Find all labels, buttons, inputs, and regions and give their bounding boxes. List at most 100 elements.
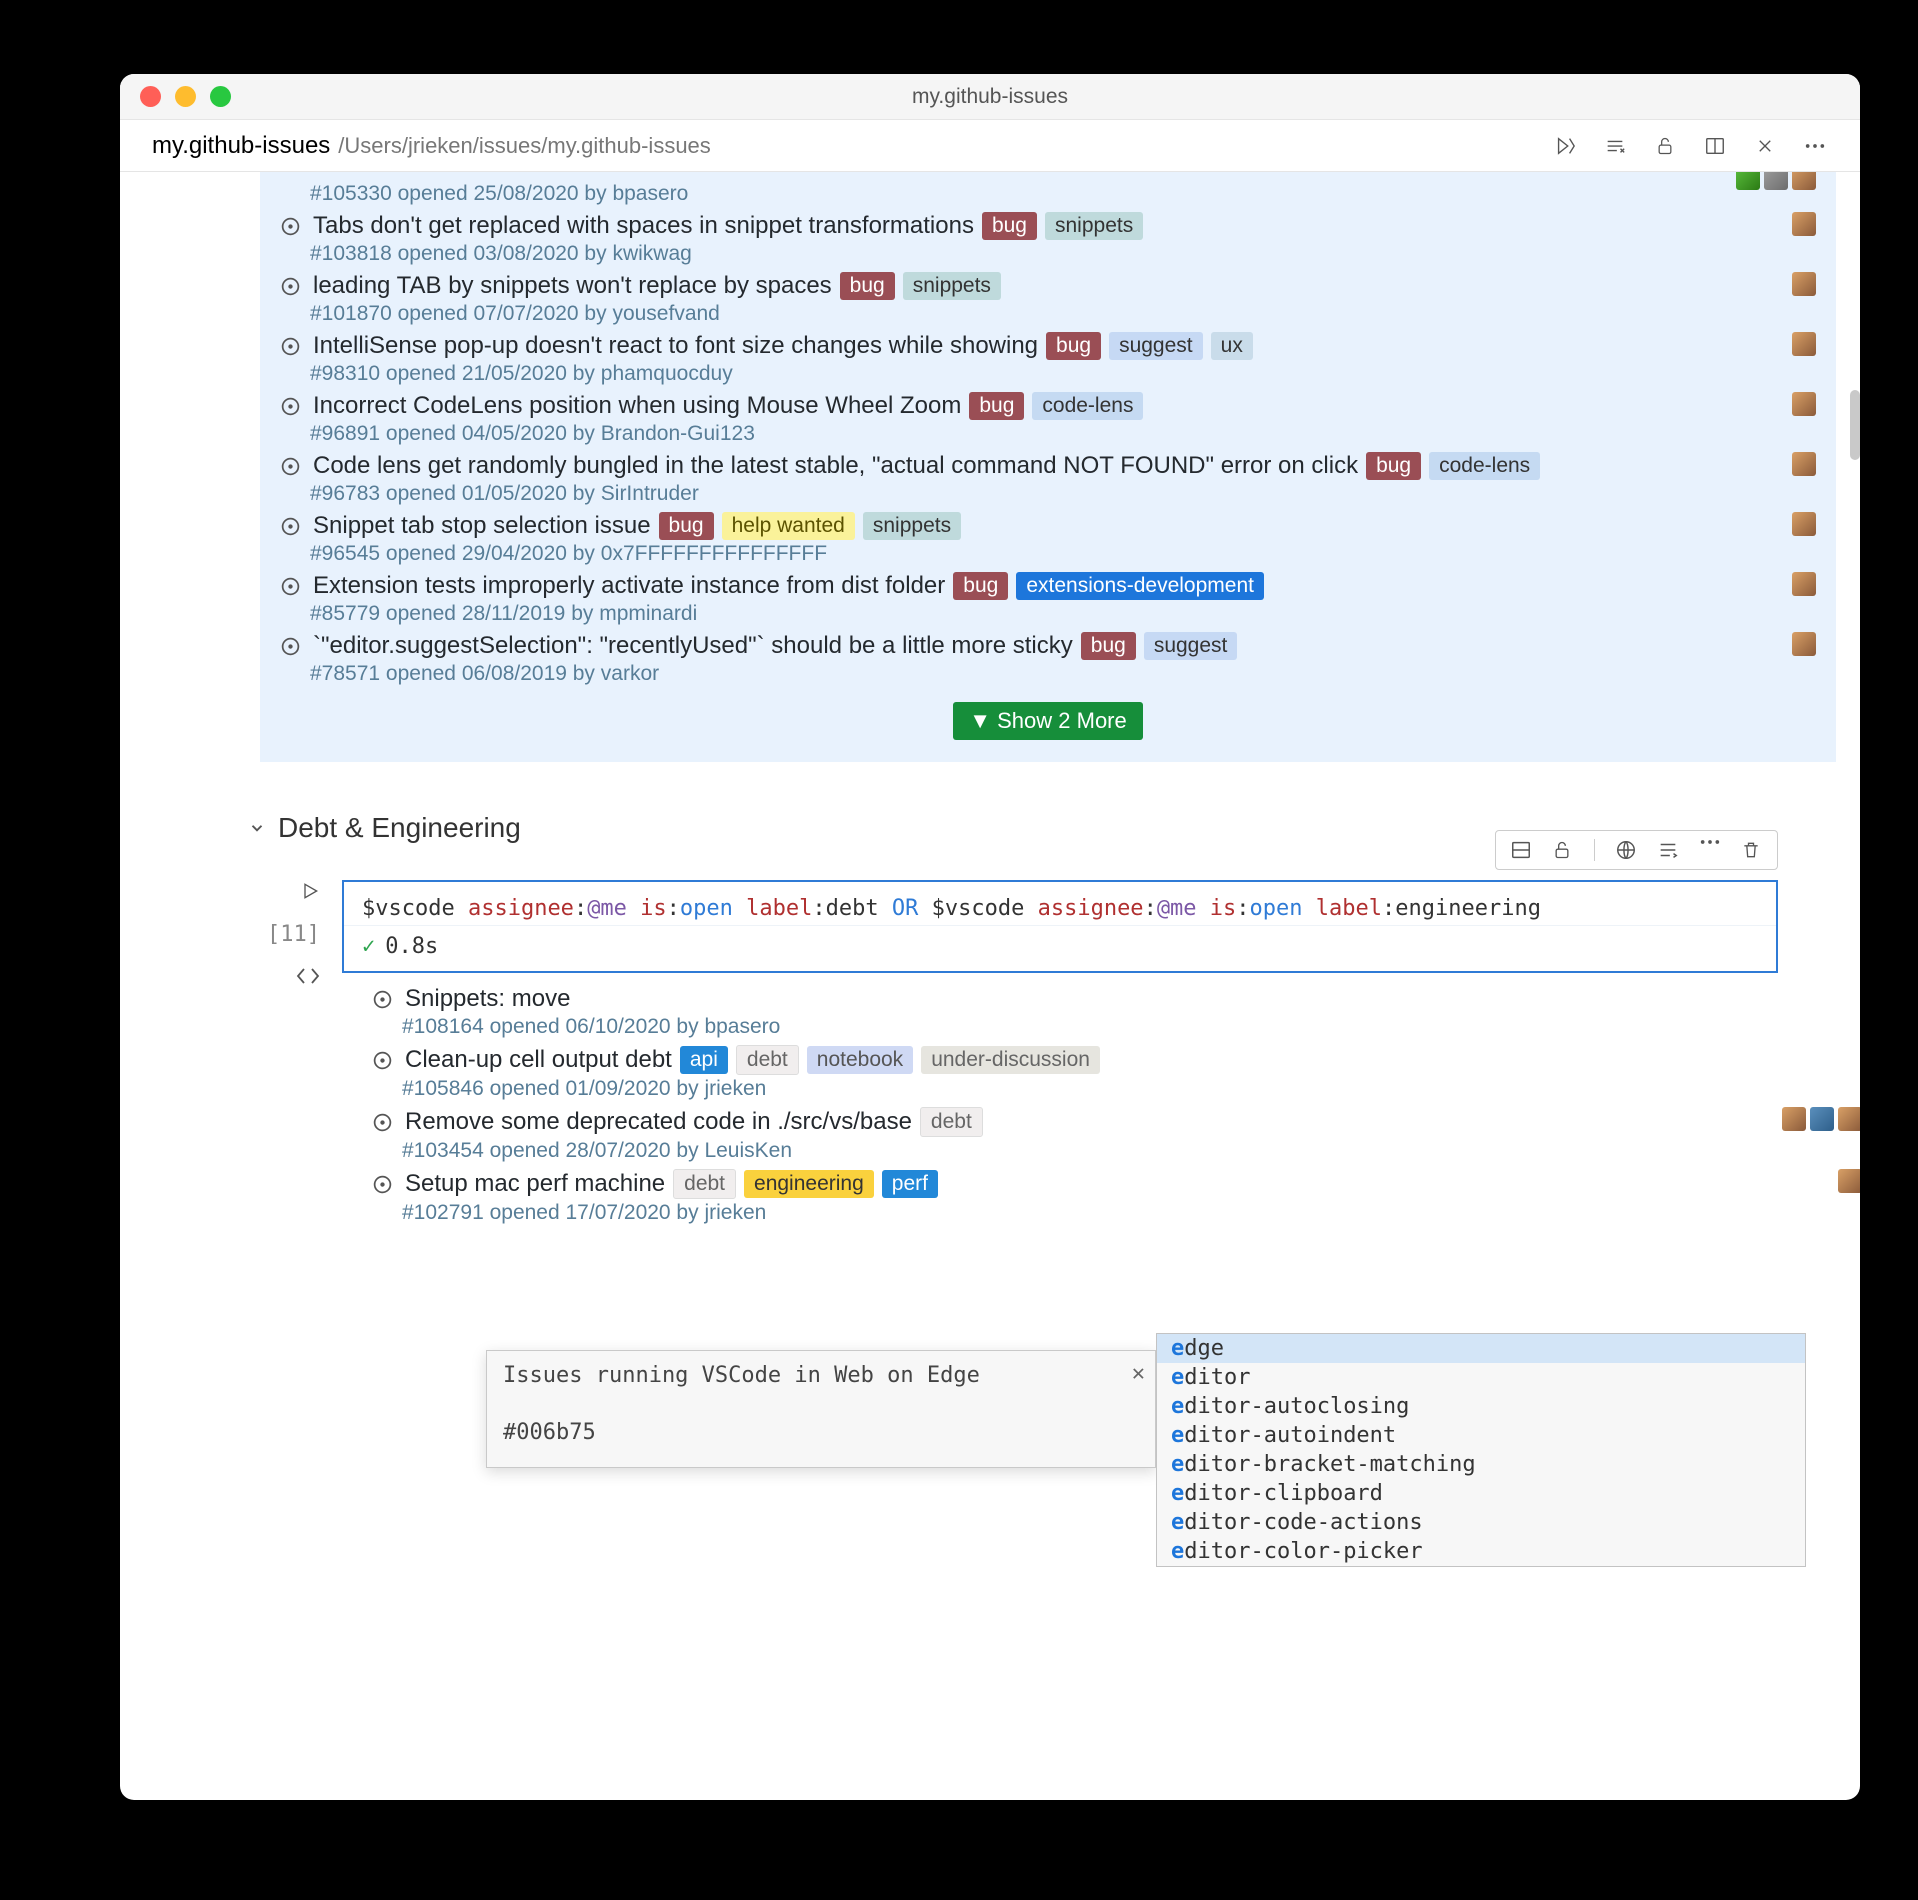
issue-meta: #96891 opened 04/05/2020 by Brandon-Gui1… (280, 422, 1816, 446)
suggest-item[interactable]: editor-code-actions (1157, 1508, 1805, 1537)
suggest-item[interactable]: edge (1157, 1334, 1805, 1363)
label[interactable]: debt (920, 1107, 983, 1137)
label[interactable]: snippets (1045, 212, 1143, 240)
issue-row[interactable]: Incorrect CodeLens position when using M… (260, 388, 1836, 448)
close-tooltip-icon[interactable]: ✕ (1132, 1361, 1145, 1386)
label[interactable]: code-lens (1032, 392, 1143, 420)
more-cell-icon[interactable] (1699, 839, 1721, 861)
tab-title[interactable]: my.github-issues (152, 132, 330, 160)
clear-icon[interactable] (1602, 133, 1628, 159)
avatar[interactable] (1792, 572, 1816, 596)
avatar[interactable] (1810, 1107, 1834, 1131)
label[interactable]: bug (1366, 452, 1421, 480)
run-cell-icon[interactable] (300, 880, 320, 902)
globe-icon[interactable] (1615, 839, 1637, 861)
issue-row[interactable]: Clean-up cell output debtapidebtnotebook… (372, 1041, 1812, 1103)
issue-row[interactable]: #105330 opened 25/08/2020 by bpasero (260, 176, 1836, 208)
label[interactable]: engineering (744, 1170, 874, 1198)
issue-meta: #98310 opened 21/05/2020 by phamquocduy (280, 362, 1816, 386)
issue-row[interactable]: Code lens get randomly bungled in the la… (260, 448, 1836, 508)
suggest-widget[interactable]: edgeeditoreditor-autoclosingeditor-autoi… (1156, 1333, 1806, 1567)
code-icon[interactable] (296, 967, 320, 985)
issue-open-icon (372, 989, 393, 1010)
issue-title: Setup mac perf machine (405, 1170, 665, 1198)
avatar[interactable] (1838, 1169, 1860, 1193)
result-count: [11] (267, 922, 320, 947)
issue-row[interactable]: IntelliSense pop-up doesn't react to fon… (260, 328, 1836, 388)
avatar[interactable] (1792, 392, 1816, 416)
avatar[interactable] (1792, 632, 1816, 656)
issue-title: Snippet tab stop selection issue (313, 512, 651, 540)
scrollbar[interactable] (1850, 390, 1860, 460)
label[interactable]: bug (969, 392, 1024, 420)
avatar[interactable] (1736, 172, 1760, 190)
query-cell[interactable]: $vscode assignee:@me is:open label:debt … (342, 880, 1778, 973)
suggest-item[interactable]: editor-autoclosing (1157, 1392, 1805, 1421)
split-cell-icon[interactable] (1510, 839, 1532, 861)
label[interactable]: help wanted (722, 512, 855, 540)
label[interactable]: bug (1046, 332, 1101, 360)
label[interactable]: perf (882, 1170, 938, 1198)
avatar[interactable] (1792, 512, 1816, 536)
label[interactable]: notebook (807, 1046, 913, 1074)
issue-row[interactable]: Extension tests improperly activate inst… (260, 568, 1836, 628)
avatar[interactable] (1792, 272, 1816, 296)
avatar[interactable] (1792, 332, 1816, 356)
label[interactable]: debt (673, 1169, 736, 1199)
avatar[interactable] (1792, 172, 1816, 190)
query-text[interactable]: $vscode assignee:@me is:open label:debt … (344, 882, 1776, 925)
lock-cell-icon[interactable] (1552, 839, 1574, 861)
label[interactable]: code-lens (1429, 452, 1540, 480)
list-icon[interactable] (1657, 839, 1679, 861)
avatar[interactable] (1764, 172, 1788, 190)
issue-row[interactable]: leading TAB by snippets won't replace by… (260, 268, 1836, 328)
lock-icon[interactable] (1652, 133, 1678, 159)
label[interactable]: bug (840, 272, 895, 300)
issue-row[interactable]: Tabs don't get replaced with spaces in s… (260, 208, 1836, 268)
suggest-item[interactable]: editor-color-picker (1157, 1537, 1805, 1566)
label[interactable]: bug (1081, 632, 1136, 660)
trash-icon[interactable] (1741, 839, 1763, 861)
label[interactable]: under-discussion (921, 1046, 1100, 1074)
avatar[interactable] (1782, 1107, 1806, 1131)
minimize-window[interactable] (175, 86, 196, 107)
label[interactable]: bug (982, 212, 1037, 240)
label[interactable]: bug (659, 512, 714, 540)
label[interactable]: api (680, 1046, 728, 1074)
suggest-item[interactable]: editor-autoindent (1157, 1421, 1805, 1450)
suggest-item[interactable]: editor (1157, 1363, 1805, 1392)
maximize-window[interactable] (210, 86, 231, 107)
issue-row[interactable]: Setup mac perf machine debt engineering per… (372, 1165, 1812, 1227)
issue-open-icon (280, 636, 301, 657)
label[interactable]: extensions-development (1016, 572, 1264, 600)
issue-meta: #103454 opened 28/07/2020 by LeuisKen (372, 1139, 1792, 1163)
issue-row[interactable]: Snippet tab stop selection issue bug help … (260, 508, 1836, 568)
split-icon[interactable] (1702, 133, 1728, 159)
run-all-icon[interactable] (1552, 133, 1578, 159)
query-block: [11] $vscode assignee:@me is:open label:… (232, 880, 1836, 973)
issue-row[interactable]: Snippets: move#108164 opened 06/10/2020 … (372, 981, 1812, 1041)
label[interactable]: ux (1211, 332, 1253, 360)
label[interactable]: suggest (1109, 332, 1203, 360)
avatar[interactable] (1792, 212, 1816, 236)
close-window[interactable] (140, 86, 161, 107)
issue-open-icon (280, 516, 301, 537)
issue-row[interactable]: `"editor.suggestSelection": "recentlyUse… (260, 628, 1836, 688)
label[interactable]: debt (736, 1045, 799, 1075)
close-icon[interactable] (1752, 133, 1778, 159)
suggest-item[interactable]: editor-clipboard (1157, 1479, 1805, 1508)
suggest-item[interactable]: editor-bracket-matching (1157, 1450, 1805, 1479)
more-icon[interactable] (1802, 133, 1828, 159)
label[interactable]: snippets (863, 512, 961, 540)
label[interactable]: suggest (1144, 632, 1238, 660)
issue-open-icon (280, 456, 301, 477)
avatar[interactable] (1792, 452, 1816, 476)
show-more-button[interactable]: ▼ Show 2 More (953, 702, 1143, 740)
label[interactable]: snippets (903, 272, 1001, 300)
issue-row[interactable]: Remove some deprecated code in ./src/vs/… (372, 1103, 1812, 1165)
issue-meta: #85779 opened 28/11/2019 by mpminardi (280, 602, 1816, 626)
label[interactable]: bug (953, 572, 1008, 600)
issue-meta: #105330 opened 25/08/2020 by bpasero (280, 182, 1816, 206)
issue-open-icon (280, 396, 301, 417)
avatar[interactable] (1838, 1107, 1860, 1131)
